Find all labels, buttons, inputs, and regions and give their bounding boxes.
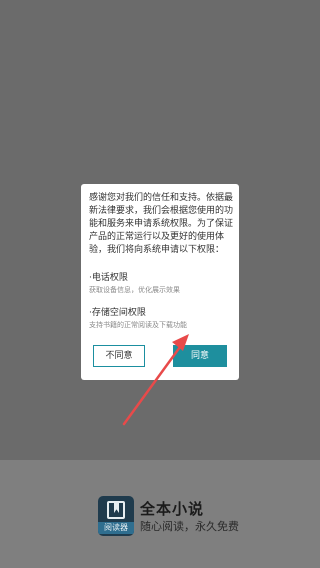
dialog-message: 感谢您对我们的信任和支持。依据最新法律要求，我们会根据您使用的功能和服务来申请系… [89,193,234,255]
permission-dialog: 感谢您对我们的信任和支持。依据最新法律要求，我们会根据您使用的功能和服务来申请系… [81,184,239,380]
permission-storage-desc: 支持书籍的正常阅读及下载功能 [89,321,187,329]
permission-phone-title: ·电话权限 [89,273,128,283]
status-bar [0,0,320,22]
permission-phone-desc: 获取设备信息，优化展示效果 [89,286,180,294]
app-slogan: 随心阅读，永久免费 [140,520,239,533]
app-name: 全本小说 [140,500,205,518]
agree-button[interactable]: 同意 [173,345,227,367]
logo-caption: 阅读器 [98,522,134,534]
app-logo: 阅读器 [98,496,134,536]
disagree-button[interactable]: 不同意 [93,345,145,367]
permission-storage-title: ·存储空间权限 [89,308,146,318]
